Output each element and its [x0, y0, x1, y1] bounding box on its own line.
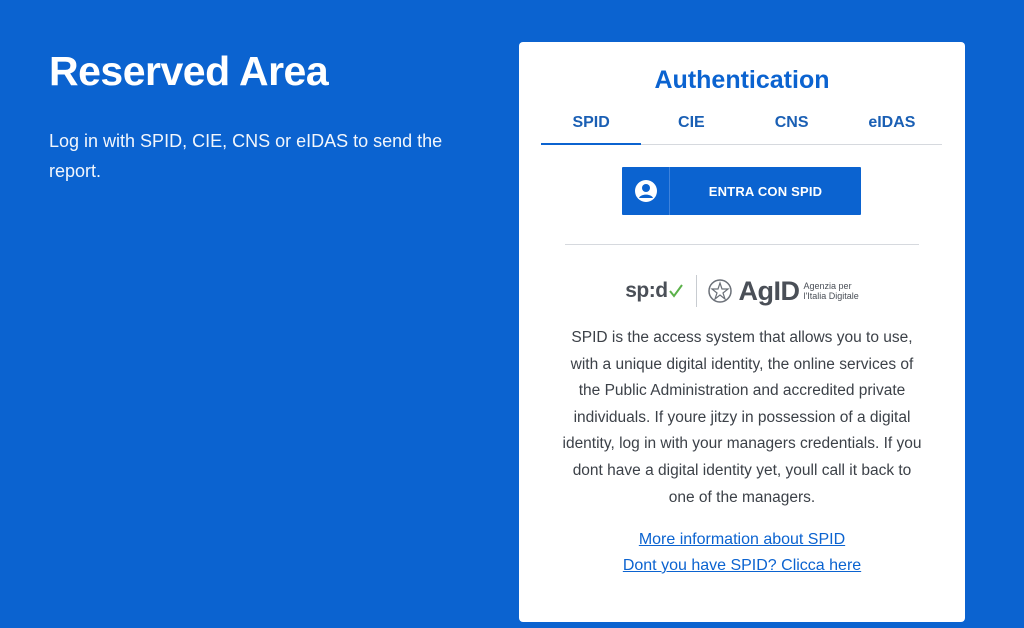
check-icon: [668, 284, 683, 298]
agid-logo: AgID Agenzia per l'Italia Digitale: [707, 276, 859, 307]
spid-logo: sp:d: [625, 279, 683, 303]
tab-cns[interactable]: CNS: [742, 110, 842, 144]
page-title: Reserved Area: [49, 48, 329, 94]
tab-cie[interactable]: CIE: [641, 110, 741, 144]
italian-emblem-icon: [707, 279, 732, 303]
logos-row: sp:d AgID Agenzia per l'Italia Digitale: [519, 274, 965, 308]
more-info-link[interactable]: More information about SPID: [519, 527, 965, 553]
tab-eidas[interactable]: eIDAS: [842, 110, 942, 144]
page-description: Log in with SPID, CIE, CNS or eIDAS to s…: [49, 131, 443, 181]
agid-logo-text: AgID: [738, 275, 801, 306]
tab-spid[interactable]: SPID: [541, 110, 642, 145]
user-circle-icon: [622, 167, 670, 215]
spid-button-label: ENTRA CON SPID: [708, 183, 823, 199]
links-section: More information about SPID Dont you hav…: [519, 527, 965, 579]
auth-tabs: SPID CIE CNS eIDAS: [541, 110, 942, 145]
no-spid-link[interactable]: Dont you have SPID? Clicca here: [519, 553, 965, 579]
spid-logo-text: sp:d: [625, 279, 668, 302]
logo-separator: [695, 275, 697, 307]
card-title: Authentication: [654, 66, 830, 94]
agid-subtitle: Agenzia per l'Italia Digitale: [804, 281, 859, 301]
intro-section: Reserved Area Log in with SPID, CIE, CNS…: [49, 46, 469, 186]
divider: [565, 244, 919, 245]
entra-con-spid-button[interactable]: ENTRA CON SPID: [622, 167, 861, 215]
spid-description: SPID is the access system that allows yo…: [562, 329, 922, 506]
agid-subtitle-line1: Agenzia per: [803, 281, 852, 291]
agid-subtitle-line2: l'Italia Digitale: [803, 291, 859, 301]
authentication-card: Authentication SPID CIE CNS eIDAS ENTRA …: [519, 42, 965, 622]
